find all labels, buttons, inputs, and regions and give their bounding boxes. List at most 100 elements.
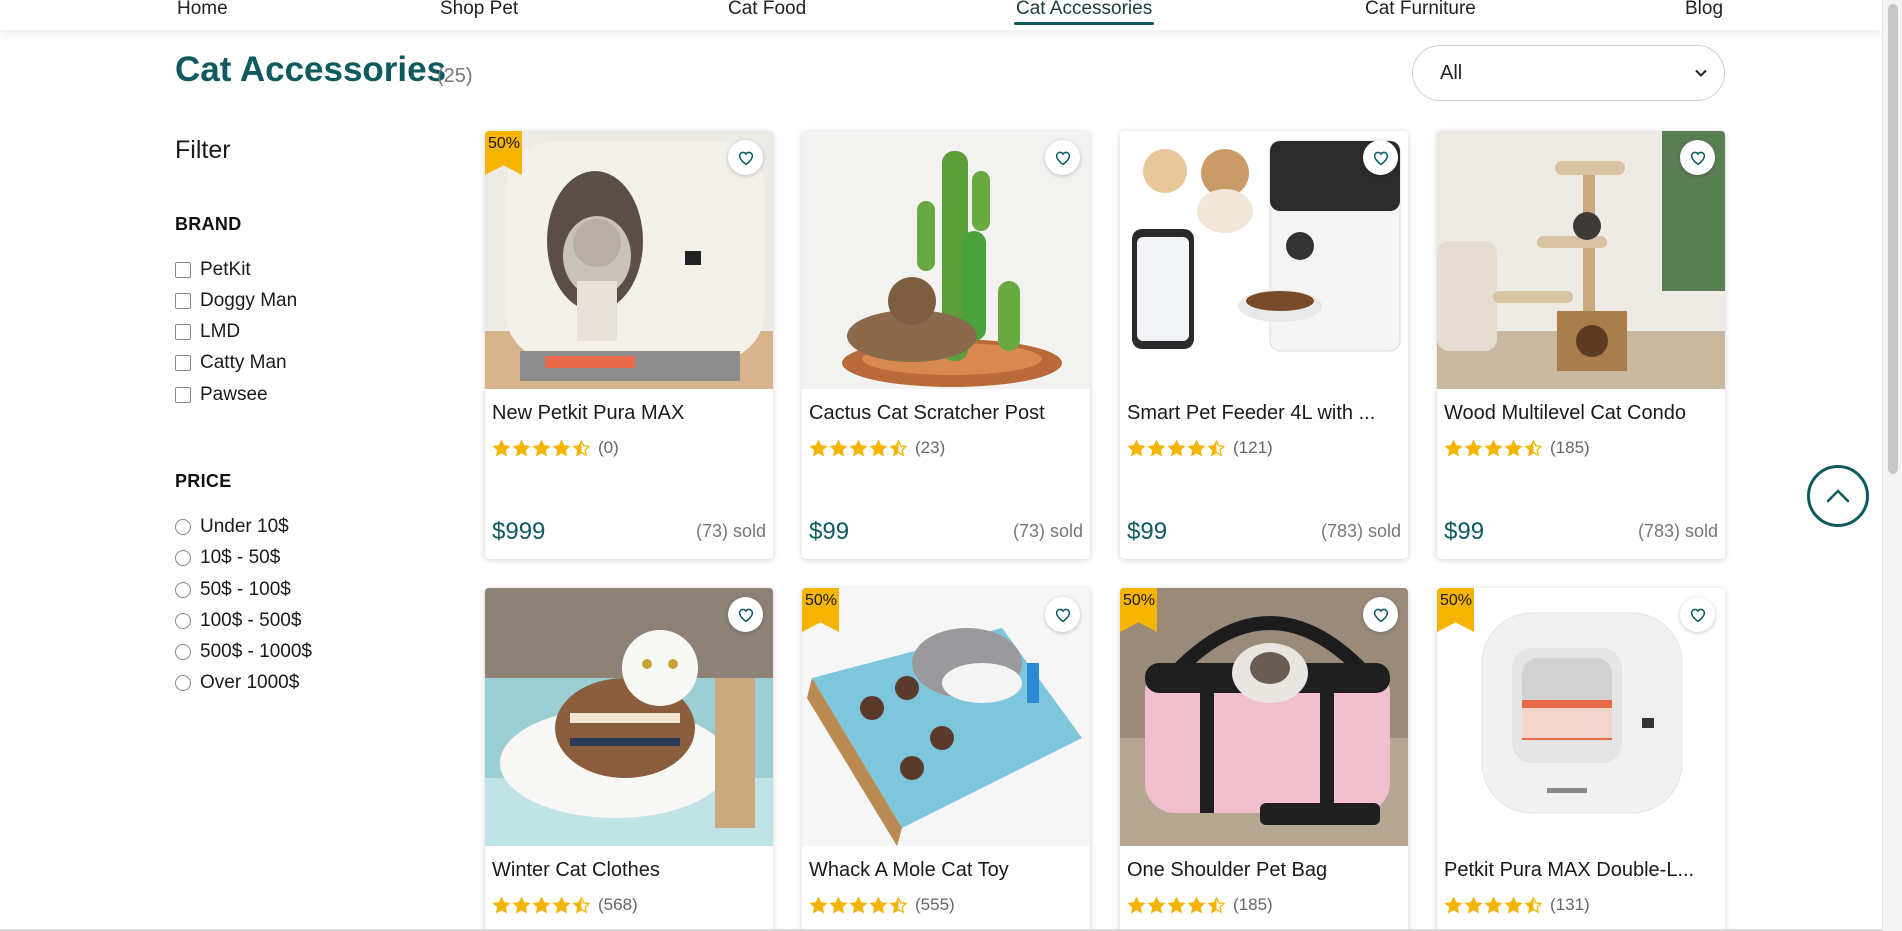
checkbox[interactable] — [175, 387, 191, 403]
favorite-button[interactable] — [728, 140, 763, 175]
product-image[interactable] — [1120, 131, 1408, 389]
nav-blog[interactable]: Blog — [1685, 0, 1723, 20]
star-icon — [1444, 896, 1463, 913]
nav-home[interactable]: Home — [177, 0, 228, 20]
checkbox[interactable] — [175, 262, 191, 278]
review-count: (185) — [1550, 438, 1590, 457]
sold-count: (73) sold — [1012, 521, 1083, 541]
product-name[interactable]: Smart Pet Feeder 4L with ... — [1127, 402, 1375, 425]
product-image[interactable]: 50% — [485, 131, 773, 389]
price-option-500-1000[interactable]: 500$ - 1000$ — [175, 641, 312, 663]
half-star-icon — [1207, 439, 1226, 456]
radio[interactable] — [175, 550, 191, 566]
checkbox[interactable] — [175, 355, 191, 371]
product-image[interactable] — [485, 588, 773, 846]
star-icon — [849, 896, 868, 913]
brand-option-doggy-man[interactable]: Doggy Man — [175, 290, 297, 312]
checkbox[interactable] — [175, 293, 191, 309]
star-icon — [1187, 439, 1206, 456]
option-label: Pawsee — [200, 384, 268, 405]
product-name[interactable]: Winter Cat Clothes — [492, 859, 660, 882]
brand-option-pawsee[interactable]: Pawsee — [175, 384, 268, 406]
star-icon — [829, 439, 848, 456]
product-image[interactable]: 50% — [1120, 588, 1408, 846]
cat-condo-image — [1437, 131, 1725, 389]
nav-cat-furniture[interactable]: Cat Furniture — [1365, 0, 1476, 20]
star-rating — [1444, 896, 1544, 915]
product-card[interactable]: Cactus Cat Scratcher Post (23) $99 (73) … — [802, 131, 1090, 559]
price-option-under-10[interactable]: Under 10$ — [175, 516, 289, 538]
product-price: $99 — [809, 518, 850, 545]
favorite-button[interactable] — [1363, 597, 1398, 632]
radio[interactable] — [175, 519, 191, 535]
brand-filter-heading: BRAND — [175, 214, 242, 234]
price-option-10-50[interactable]: 10$ - 50$ — [175, 547, 280, 569]
favorite-button[interactable] — [1680, 597, 1715, 632]
half-star-icon — [1524, 439, 1543, 456]
product-name[interactable]: New Petkit Pura MAX — [492, 402, 684, 425]
review-count: (568) — [598, 895, 638, 914]
top-navigation: Home Shop Pet Cat Food Cat Accessories C… — [0, 0, 1882, 30]
favorite-button[interactable] — [1045, 140, 1080, 175]
price-option-over-1000[interactable]: Over 1000$ — [175, 672, 299, 694]
product-name[interactable]: Cactus Cat Scratcher Post — [809, 402, 1045, 425]
product-price: $99 — [1127, 518, 1168, 545]
product-name[interactable]: Petkit Pura MAX Double-L... — [1444, 859, 1694, 882]
product-name[interactable]: One Shoulder Pet Bag — [1127, 859, 1327, 882]
review-count: (0) — [598, 438, 619, 457]
favorite-button[interactable] — [1363, 140, 1398, 175]
star-icon — [1504, 439, 1523, 456]
product-card[interactable]: 50% Whack A Mole Cat Toy (555) — [802, 588, 1090, 931]
product-card[interactable]: 50% New Petkit Pura MAX (0) $999 (73) so… — [485, 131, 773, 559]
nav-shop-pet[interactable]: Shop Pet — [440, 0, 518, 20]
brand-option-catty-man[interactable]: Catty Man — [175, 352, 287, 374]
favorite-button[interactable] — [1680, 140, 1715, 175]
scrollbar-thumb[interactable] — [1888, 4, 1898, 474]
product-image[interactable] — [1437, 131, 1725, 389]
star-icon — [809, 439, 828, 456]
star-icon — [809, 896, 828, 913]
radio[interactable] — [175, 644, 191, 660]
radio[interactable] — [175, 582, 191, 598]
price-option-50-100[interactable]: 50$ - 100$ — [175, 579, 291, 601]
product-image[interactable]: 50% — [802, 588, 1090, 846]
active-nav-indicator — [1014, 22, 1154, 25]
star-icon — [1484, 896, 1503, 913]
sort-dropdown[interactable]: All — [1412, 45, 1725, 101]
star-icon — [1147, 439, 1166, 456]
nav-cat-accessories[interactable]: Cat Accessories — [1016, 0, 1152, 20]
scrollbar[interactable] — [1882, 0, 1902, 931]
product-rating: (0) — [492, 438, 619, 458]
review-count: (185) — [1233, 895, 1273, 914]
product-name[interactable]: Wood Multilevel Cat Condo — [1444, 402, 1686, 425]
product-card[interactable]: Wood Multilevel Cat Condo (185) $99 (783… — [1437, 131, 1725, 559]
sort-selected-value: All — [1440, 62, 1463, 84]
checkbox[interactable] — [175, 324, 191, 340]
nav-cat-food[interactable]: Cat Food — [728, 0, 806, 20]
pet-bag-image — [1120, 588, 1408, 846]
radio[interactable] — [175, 675, 191, 691]
option-label: Catty Man — [200, 352, 287, 373]
price-filter-heading: PRICE — [175, 471, 232, 491]
option-label: Over 1000$ — [200, 672, 300, 693]
product-name[interactable]: Whack A Mole Cat Toy — [809, 859, 1009, 882]
radio[interactable] — [175, 613, 191, 629]
product-card[interactable]: Winter Cat Clothes (568) — [485, 588, 773, 931]
heart-outline-icon — [1373, 608, 1388, 622]
product-image[interactable] — [802, 131, 1090, 389]
star-icon — [512, 439, 531, 456]
back-to-top-button[interactable] — [1807, 465, 1869, 527]
product-image[interactable]: 50% — [1437, 588, 1725, 846]
favorite-button[interactable] — [1045, 597, 1080, 632]
price-option-100-500[interactable]: 100$ - 500$ — [175, 610, 301, 632]
star-icon — [1127, 439, 1146, 456]
brand-option-lmd[interactable]: LMD — [175, 321, 240, 343]
star-icon — [869, 439, 888, 456]
product-card[interactable]: 50% One Shoulder Pet Bag (185) — [1120, 588, 1408, 931]
product-card[interactable]: 50% Petkit Pura MAX Double-L... (131) — [1437, 588, 1725, 931]
brand-option-petkit[interactable]: PetKit — [175, 259, 251, 281]
star-icon — [492, 896, 511, 913]
favorite-button[interactable] — [728, 597, 763, 632]
product-rating: (185) — [1127, 895, 1273, 915]
product-card[interactable]: Smart Pet Feeder 4L with ... (121) $99 (… — [1120, 131, 1408, 559]
